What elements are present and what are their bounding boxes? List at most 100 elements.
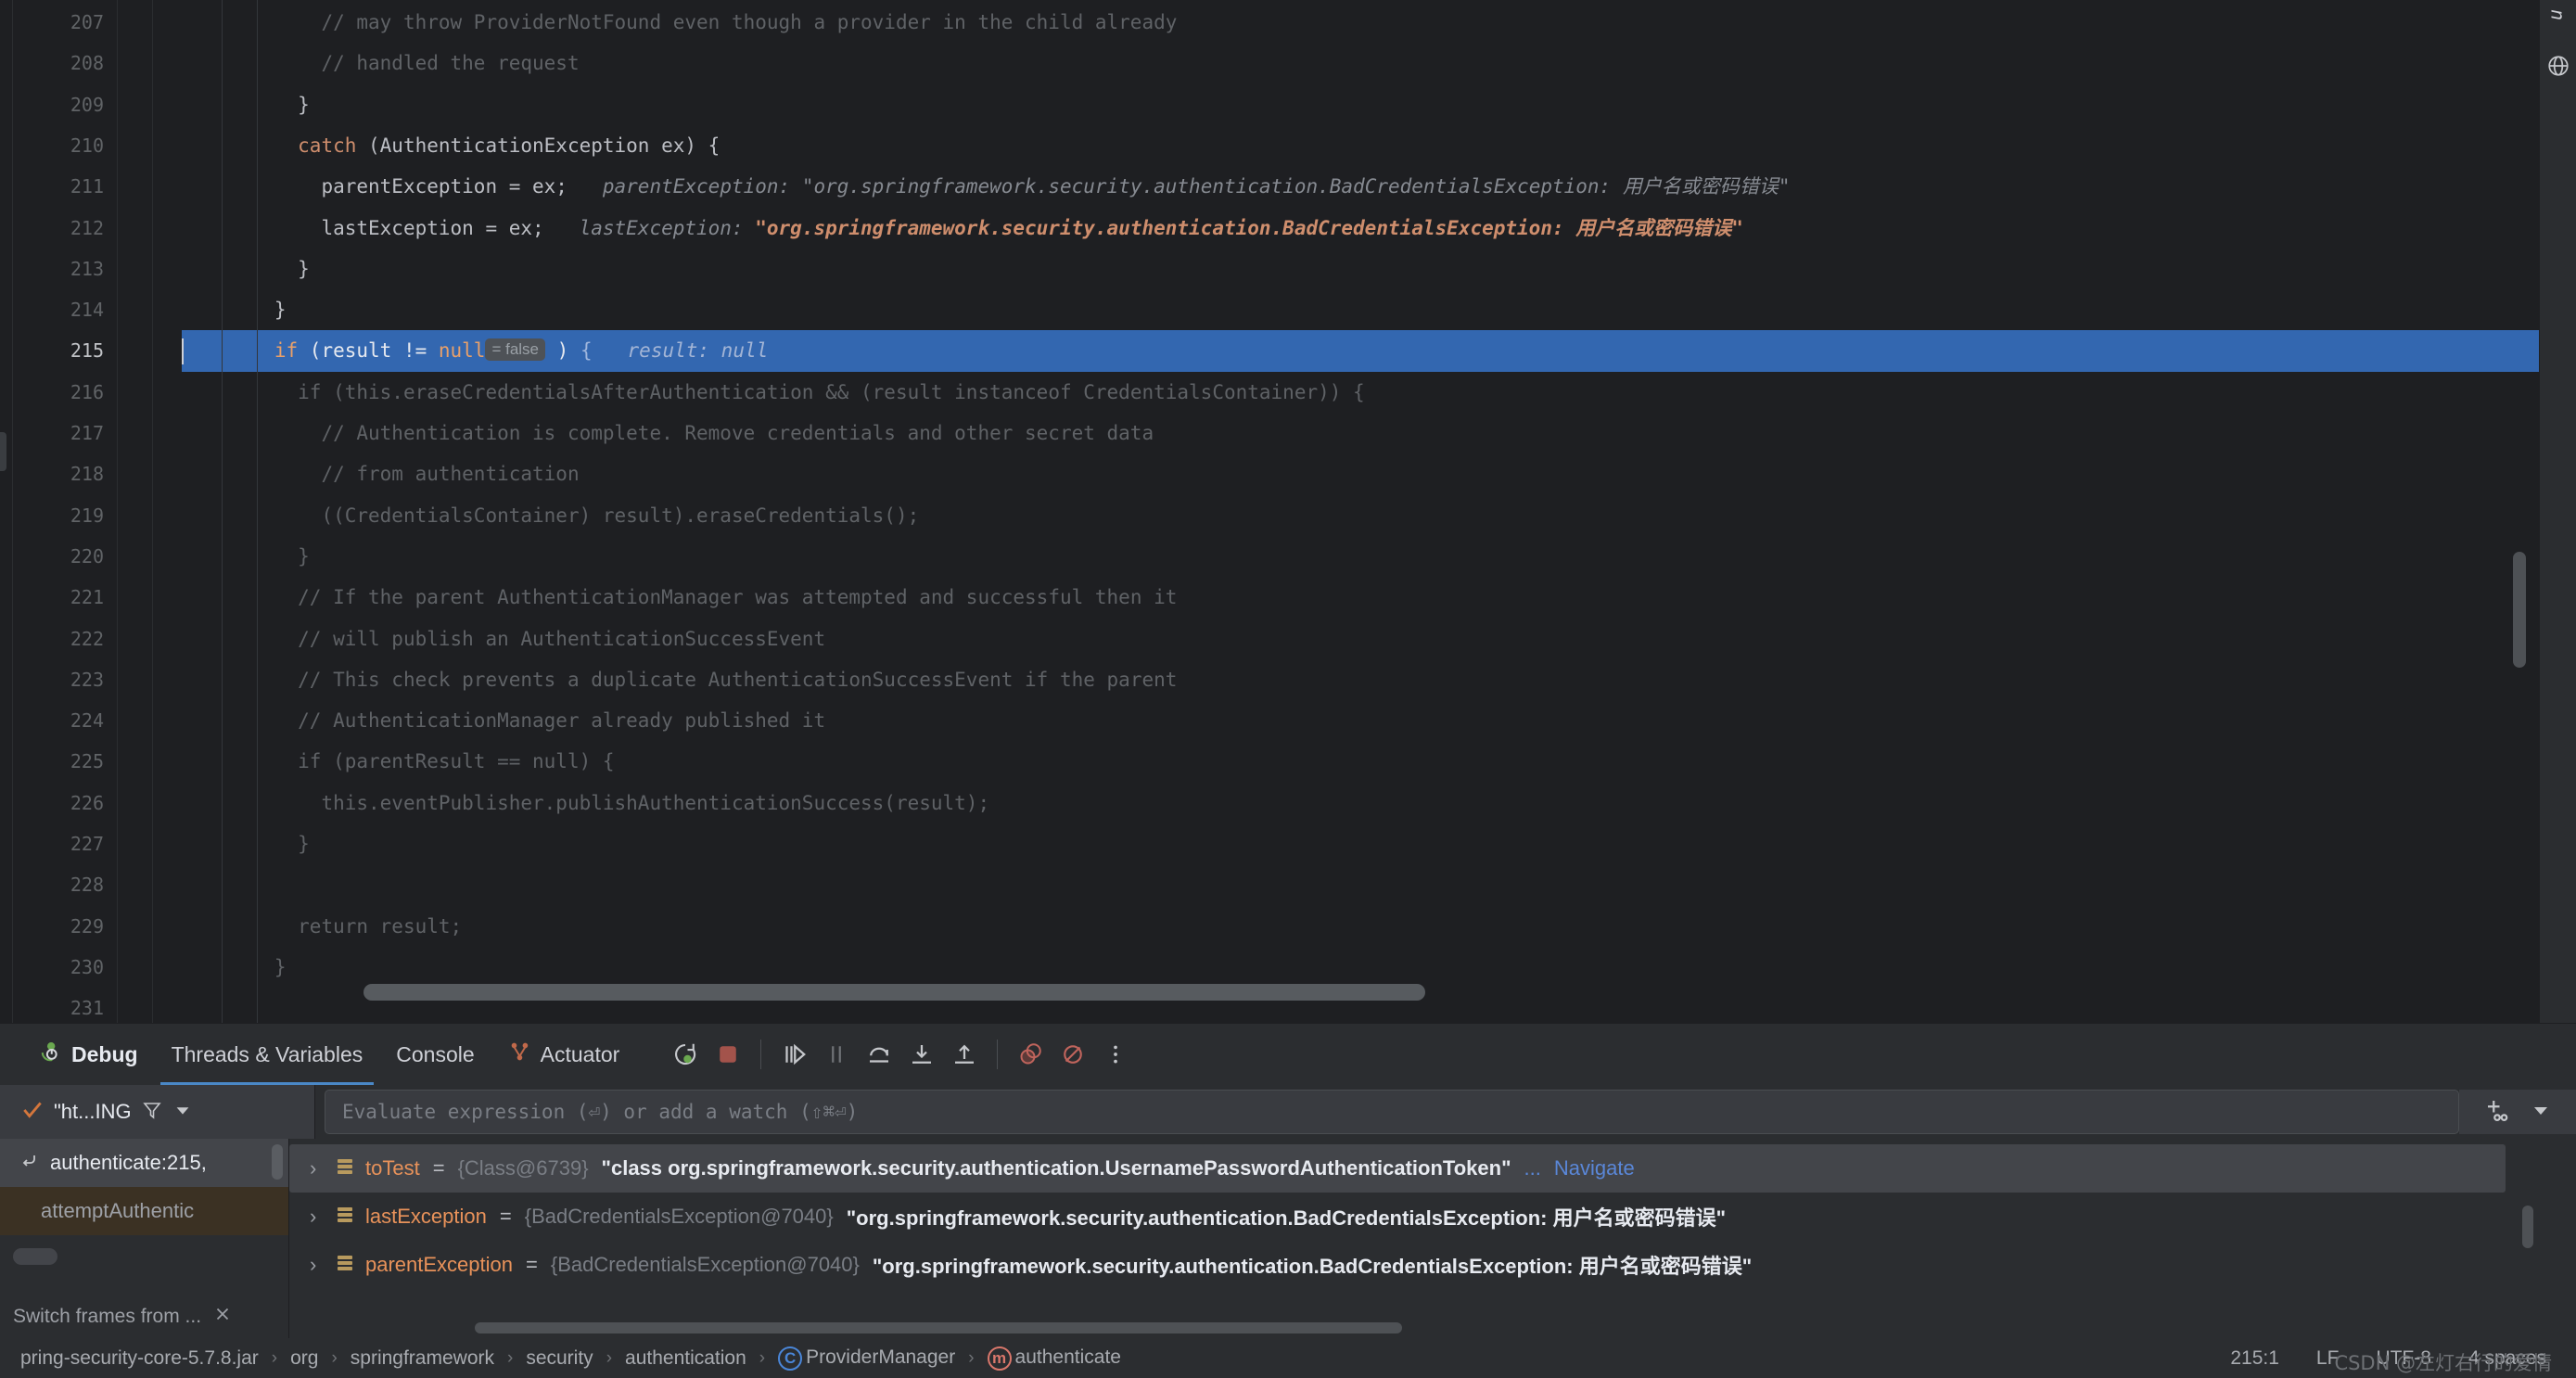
line-number[interactable]: 213 <box>0 249 104 289</box>
step-out-icon[interactable] <box>943 1033 986 1076</box>
code-line[interactable]: lastException = ex; lastException: "org.… <box>182 208 2539 249</box>
code-line[interactable]: } <box>182 249 2539 289</box>
code-line[interactable]: parentException = ex; parentException: "… <box>182 166 2539 207</box>
line-number[interactable]: 225 <box>0 741 104 782</box>
variables-panel[interactable]: › toTest = {Class@6739} "class org.springfra… <box>289 1139 2539 1339</box>
editor-vscrollbar-thumb[interactable] <box>2513 552 2526 668</box>
line-number[interactable]: 226 <box>0 783 104 823</box>
code-line[interactable]: if (this.eraseCredentialsAfterAuthentica… <box>182 372 2539 413</box>
breadcrumb-item[interactable]: C ProviderManager <box>778 1346 955 1371</box>
right-tool-tab-label[interactable]: n <box>2547 9 2570 37</box>
code-line-current[interactable]: if (result != null = false ) { result: nu… <box>182 330 2539 372</box>
file-encoding[interactable]: UTF-8 <box>2376 1347 2431 1370</box>
expand-chevron-icon[interactable]: › <box>310 1205 325 1229</box>
breadcrumb-item[interactable]: security <box>526 1347 593 1370</box>
evaluate-expression-input[interactable]: Evaluate expression (⏎) or add a watch (… <box>325 1090 2459 1134</box>
breadcrumb-item[interactable]: m authenticate <box>987 1346 1121 1371</box>
line-number[interactable]: 210 <box>0 125 104 166</box>
code-line[interactable]: // If the parent AuthenticationManager w… <box>182 577 2539 618</box>
line-number[interactable]: 221 <box>0 577 104 618</box>
debug-tool-window[interactable]: Debug Threads & Variables Console Actuat… <box>0 1023 2576 1339</box>
line-separator[interactable]: LF <box>2316 1347 2340 1370</box>
line-number[interactable]: 219 <box>0 495 104 536</box>
resume-icon[interactable] <box>772 1033 815 1076</box>
close-icon[interactable] <box>212 1304 233 1330</box>
code-content[interactable]: // may throw ProviderNotFound even thoug… <box>182 0 2539 1023</box>
code-line[interactable]: // This check prevents a duplicate Authe… <box>182 659 2539 700</box>
breadcrumb-item[interactable]: springframework <box>351 1347 494 1370</box>
tab-console[interactable]: Console <box>379 1024 491 1085</box>
frames-panel[interactable]: authenticate:215, attemptAuthentic Switc… <box>0 1139 289 1339</box>
navigate-link[interactable]: Navigate <box>1554 1156 1635 1180</box>
step-over-icon[interactable] <box>858 1033 900 1076</box>
indent-setting[interactable]: 4 spaces <box>2468 1347 2546 1370</box>
evaluate-settings-chevron-down-icon[interactable] <box>2530 1099 2552 1126</box>
code-line[interactable]: } <box>182 823 2539 864</box>
tab-actuator[interactable]: Actuator <box>491 1024 637 1085</box>
evaluate-actions[interactable] <box>2459 1090 2576 1134</box>
right-tool-strip[interactable]: n <box>2539 0 2576 1023</box>
more-options-icon[interactable] <box>1094 1033 1137 1076</box>
globe-icon[interactable] <box>2546 54 2570 78</box>
tab-threads-variables[interactable]: Threads & Variables <box>155 1024 380 1085</box>
line-number[interactable]: 215 <box>0 330 104 371</box>
frame-item-authenticate[interactable]: authenticate:215, <box>0 1139 288 1187</box>
rerun-debug-icon[interactable] <box>664 1033 707 1076</box>
code-line[interactable]: // from authentication <box>182 453 2539 494</box>
caret-position[interactable]: 215:1 <box>2230 1347 2279 1370</box>
code-line[interactable]: } <box>182 947 2539 988</box>
code-line[interactable]: if (parentResult == null) { <box>182 741 2539 782</box>
code-line[interactable]: // handled the request <box>182 43 2539 83</box>
chevron-down-icon[interactable] <box>172 1100 193 1125</box>
line-number[interactable]: 224 <box>0 700 104 741</box>
code-line[interactable]: } <box>182 536 2539 577</box>
switch-frames-hint[interactable]: Switch frames from ... <box>13 1304 233 1330</box>
code-line[interactable]: } <box>182 84 2539 125</box>
breadcrumb-item[interactable]: authentication <box>625 1347 746 1370</box>
variables-hscrollbar-thumb[interactable] <box>475 1322 1402 1333</box>
breadcrumb-item[interactable]: org <box>290 1347 318 1370</box>
code-line[interactable]: // may throw ProviderNotFound even thoug… <box>182 2 2539 43</box>
code-line[interactable]: // Authentication is complete. Remove cr… <box>182 413 2539 453</box>
line-number[interactable]: 216 <box>0 372 104 413</box>
line-number[interactable]: 228 <box>0 864 104 905</box>
status-right-group[interactable]: 215:1 LF UTF-8 4 spaces <box>2230 1347 2556 1370</box>
code-line[interactable]: return result; <box>182 906 2539 947</box>
code-line[interactable]: ((CredentialsContainer) result).eraseCre… <box>182 495 2539 536</box>
line-number[interactable]: 207 <box>0 2 104 43</box>
code-line[interactable]: catch (AuthenticationException ex) { <box>182 125 2539 166</box>
variable-row[interactable]: › lastException = {BadCredentialsException@… <box>289 1193 2539 1241</box>
line-number[interactable]: 222 <box>0 619 104 659</box>
editor-hscrollbar-thumb[interactable] <box>363 984 1425 1001</box>
line-number[interactable]: 209 <box>0 84 104 125</box>
frames-vscrollbar-thumb[interactable] <box>272 1144 283 1180</box>
line-number[interactable]: 229 <box>0 906 104 947</box>
line-number[interactable]: 214 <box>0 289 104 330</box>
editor-hscrollbar[interactable] <box>363 984 1996 1001</box>
line-number[interactable]: 230 <box>0 947 104 988</box>
breadcrumb[interactable]: pring-security-core-5.7.8.jar › org › spring… <box>20 1346 1121 1371</box>
step-into-icon[interactable] <box>900 1033 943 1076</box>
line-number[interactable]: 217 <box>0 413 104 453</box>
line-number[interactable]: 218 <box>0 453 104 494</box>
add-watch-icon[interactable] <box>2483 1096 2511 1129</box>
code-line[interactable]: } <box>182 289 2539 330</box>
code-line[interactable]: // will publish an AuthenticationSuccess… <box>182 619 2539 659</box>
code-line[interactable]: // AuthenticationManager already publish… <box>182 700 2539 741</box>
frame-item-attemptauthentication[interactable]: attemptAuthentic <box>0 1187 288 1235</box>
view-breakpoints-icon[interactable] <box>1009 1033 1052 1076</box>
line-number[interactable]: 227 <box>0 823 104 864</box>
code-line[interactable] <box>182 864 2539 905</box>
debug-toolbar[interactable] <box>664 1033 1137 1076</box>
variable-row[interactable]: › parentException = {BadCredentialsExceptio… <box>289 1241 2539 1289</box>
variable-ellipsis[interactable]: ... <box>1524 1156 1541 1180</box>
mute-breakpoints-icon[interactable] <box>1052 1033 1094 1076</box>
line-number[interactable]: 208 <box>0 43 104 83</box>
expand-chevron-icon[interactable]: › <box>310 1253 325 1277</box>
code-line[interactable]: this.eventPublisher.publishAuthenticatio… <box>182 783 2539 823</box>
breadcrumb-item[interactable]: pring-security-core-5.7.8.jar <box>20 1347 259 1370</box>
line-number[interactable]: 220 <box>0 536 104 577</box>
thread-selector[interactable]: "ht...ING <box>0 1085 315 1139</box>
line-number[interactable]: 212 <box>0 208 104 249</box>
evaluate-row[interactable]: "ht...ING Evaluate expression (⏎) or add… <box>0 1085 2576 1139</box>
